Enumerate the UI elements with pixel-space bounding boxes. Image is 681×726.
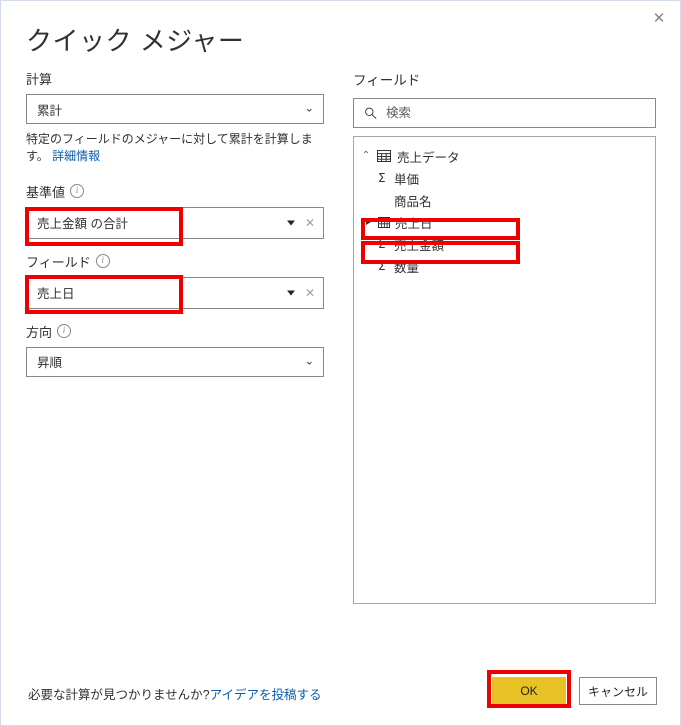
- caret-down-icon[interactable]: [287, 220, 295, 226]
- caret-down-icon[interactable]: [287, 290, 295, 296]
- cancel-button[interactable]: キャンセル: [579, 677, 657, 705]
- footer-note: 必要な計算が見つかりませんか?アイデアを投稿する: [28, 684, 321, 703]
- direction-select[interactable]: 昇順 ⌄: [26, 346, 324, 377]
- calculation-description: 特定のフィールドのメジャーに対して累計を計算します。 詳細情報: [26, 131, 324, 166]
- direction-label: 方向 i: [26, 322, 326, 341]
- field-item-tanka[interactable]: Σ 単価: [354, 167, 655, 189]
- direction-label-text: 方向: [26, 324, 53, 340]
- field-item-label: 売上日: [395, 216, 433, 231]
- clear-icon[interactable]: ✕: [305, 287, 315, 299]
- fields-table-row[interactable]: ⌃ 売上データ: [354, 145, 655, 167]
- dialog-footer: 必要な計算が見つかりませんか?アイデアを投稿する OK キャンセル: [1, 663, 680, 725]
- ok-button[interactable]: OK: [492, 677, 566, 705]
- close-icon[interactable]: ✕: [642, 3, 676, 33]
- quick-measure-dialog: ✕ クイック メジャー 計算 累計 ⌄ 特定のフィールドのメジャーに対して累計を…: [0, 0, 681, 726]
- info-icon[interactable]: i: [70, 184, 85, 199]
- chevron-down-icon: ⌄: [304, 102, 314, 115]
- base-value-value: 売上金額 の合計: [37, 217, 128, 232]
- sigma-icon: Σ: [378, 259, 386, 273]
- table-icon: [377, 150, 391, 162]
- field-field-well[interactable]: 売上日 ✕: [26, 276, 324, 309]
- field-item-suuryou[interactable]: Σ 数量: [354, 255, 655, 277]
- search-icon: [365, 107, 377, 120]
- fields-table-name: 売上データ: [397, 150, 460, 165]
- base-value-label: 基準値 i: [26, 182, 326, 201]
- field-item-uriagekingaku[interactable]: Σ 売上金額: [354, 233, 655, 255]
- calendar-icon: [378, 217, 390, 228]
- search-box[interactable]: [353, 98, 656, 128]
- calculation-label-text: 計算: [26, 72, 53, 87]
- clear-icon[interactable]: ✕: [305, 217, 315, 229]
- learn-more-link[interactable]: 詳細情報: [52, 149, 100, 163]
- direction-value: 昇順: [37, 356, 63, 371]
- field-value: 売上日: [37, 287, 75, 302]
- field-item-label: 単価: [394, 172, 420, 187]
- chevron-up-icon[interactable]: ⌃: [361, 151, 371, 161]
- calculation-value: 累計: [37, 103, 63, 118]
- base-value-label-text: 基準値: [26, 184, 66, 200]
- expand-triangle-icon[interactable]: [366, 219, 371, 225]
- settings-column: 計算 累計 ⌄ 特定のフィールドのメジャーに対して累計を計算します。 詳細情報 …: [26, 69, 326, 377]
- sigma-icon: Σ: [378, 171, 386, 185]
- footer-note-text: 必要な計算が見つかりませんか?: [28, 688, 210, 702]
- page-title: クイック メジャー: [26, 26, 245, 56]
- field-item-label: 売上金額: [394, 238, 445, 253]
- calculation-label: 計算: [26, 69, 326, 88]
- field-item-uriagebi[interactable]: 売上日: [354, 211, 655, 233]
- fields-tree[interactable]: ⌃ 売上データ Σ 単価 商品名 売上日 Σ 売上金額 Σ 数量: [353, 136, 656, 604]
- chevron-down-icon: ⌄: [304, 355, 314, 368]
- field-item-label: 数量: [394, 260, 420, 275]
- submit-idea-link[interactable]: アイデアを投稿する: [210, 688, 322, 702]
- search-input[interactable]: [386, 106, 641, 120]
- field-label-text: フィールド: [26, 254, 91, 270]
- field-label: フィールド i: [26, 252, 326, 271]
- calculation-select[interactable]: 累計 ⌄: [26, 94, 324, 124]
- base-value-field-well[interactable]: 売上金額 の合計 ✕: [26, 206, 324, 239]
- fields-column: フィールド ⌃ 売上データ: [353, 69, 656, 604]
- info-icon[interactable]: i: [57, 324, 72, 339]
- field-item-label: 商品名: [394, 194, 432, 209]
- sigma-icon: Σ: [378, 237, 386, 251]
- info-icon[interactable]: i: [95, 254, 110, 269]
- fields-pane-title: フィールド: [353, 73, 421, 88]
- field-item-shouhinmei[interactable]: 商品名: [354, 189, 655, 211]
